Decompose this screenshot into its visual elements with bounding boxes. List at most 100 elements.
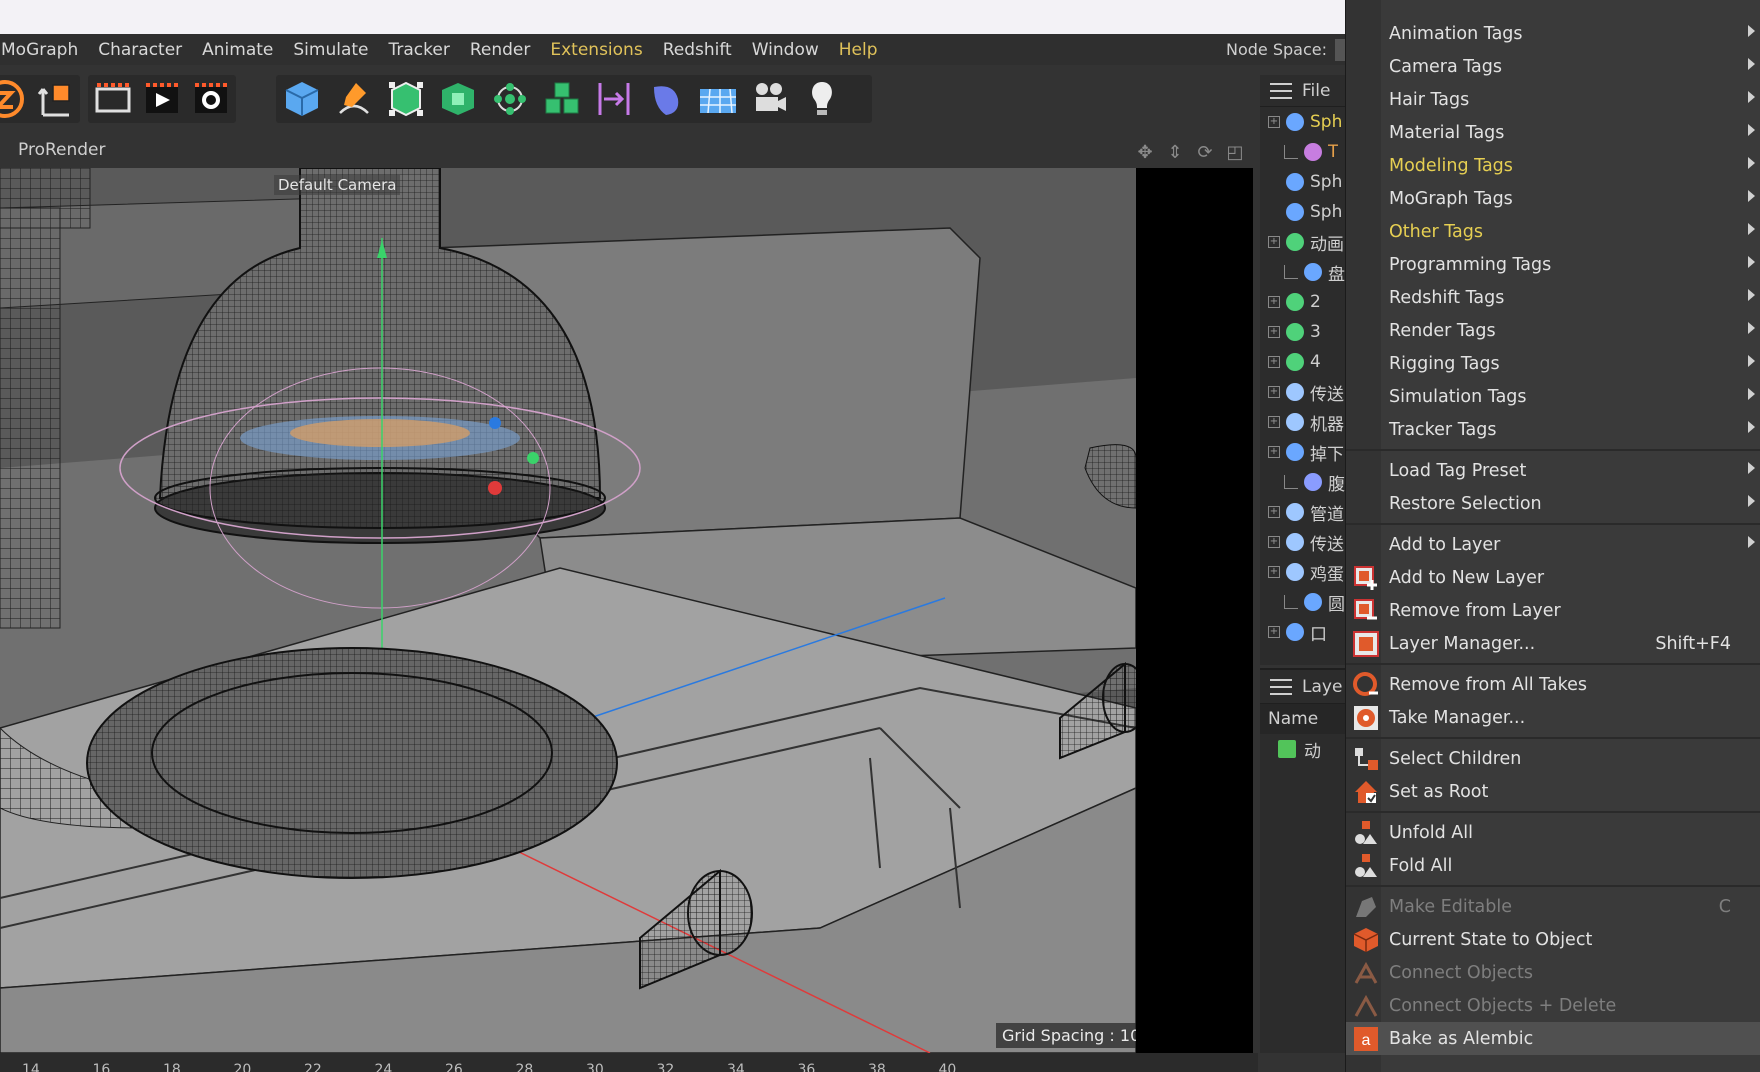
expand-toggle-icon[interactable]: + <box>1268 566 1280 578</box>
expand-toggle-icon[interactable]: + <box>1268 296 1280 308</box>
menu-help[interactable]: Help <box>829 40 888 60</box>
object-row[interactable]: + 掉下 <box>1260 437 1345 467</box>
menu-redshift[interactable]: Redshift <box>653 40 742 60</box>
object-row[interactable]: + 口 <box>1260 617 1345 647</box>
menu-item-rigging-tags[interactable]: Rigging Tags <box>1346 347 1760 380</box>
object-row[interactable]: Sph <box>1260 167 1345 197</box>
menu-item-remove-from-layer[interactable]: Remove from Layer <box>1346 594 1760 627</box>
menu-item-animation-tags[interactable]: Animation Tags <box>1346 17 1760 50</box>
menu-item-set-as-root[interactable]: Set as Root <box>1346 775 1760 808</box>
subdivision-icon[interactable] <box>380 75 432 123</box>
undo-icon[interactable] <box>0 75 30 123</box>
render-settings-icon[interactable] <box>187 75 236 123</box>
object-row[interactable]: 盘 <box>1260 257 1345 287</box>
symmetry-icon[interactable] <box>588 75 640 123</box>
menu-mograph[interactable]: MoGraph <box>0 40 88 60</box>
menu-item-camera-tags[interactable]: Camera Tags <box>1346 50 1760 83</box>
menu-icon[interactable] <box>1270 82 1292 99</box>
move-axis-icon[interactable] <box>30 75 80 123</box>
object-row[interactable]: + 传送 <box>1260 377 1345 407</box>
menu-item-bake-as-alembic[interactable]: a Bake as Alembic <box>1346 1022 1760 1055</box>
expand-toggle-icon[interactable]: + <box>1268 356 1280 368</box>
object-row[interactable]: + 动画 <box>1260 227 1345 257</box>
menu-item-add-to-layer[interactable]: Add to Layer <box>1346 528 1760 561</box>
expand-toggle-icon[interactable]: + <box>1268 236 1280 248</box>
expand-toggle-icon[interactable]: + <box>1268 626 1280 638</box>
layer-row[interactable]: 动 <box>1260 734 1345 764</box>
menu-item-current-state-to-object[interactable]: Current State to Object <box>1346 923 1760 956</box>
object-row[interactable]: + 传送 <box>1260 527 1345 557</box>
layer-name-column[interactable]: Name <box>1260 704 1345 734</box>
pen-icon[interactable] <box>328 75 380 123</box>
object-row[interactable]: + 鸡蛋 <box>1260 557 1345 587</box>
menu-item-fold-all[interactable]: Fold All <box>1346 849 1760 882</box>
menu-item-layer-manager[interactable]: Layer Manager... Shift+F4 <box>1346 627 1760 660</box>
menu-window[interactable]: Window <box>742 40 829 60</box>
menu-extensions[interactable]: Extensions <box>540 40 652 60</box>
zoom-view-icon[interactable]: ⇕ <box>1164 141 1186 163</box>
node-space-dropdown[interactable] <box>1335 39 1345 61</box>
object-row[interactable]: +3 <box>1260 317 1345 347</box>
floor-icon[interactable] <box>692 75 744 123</box>
object-row[interactable]: 腹 <box>1260 467 1345 497</box>
rotate-view-icon[interactable]: ⟳ <box>1194 141 1216 163</box>
deformer-icon[interactable] <box>640 75 692 123</box>
menu-item-redshift-tags[interactable]: Redshift Tags <box>1346 281 1760 314</box>
menu-item-load-tag-preset[interactable]: Load Tag Preset <box>1346 454 1760 487</box>
menu-tracker[interactable]: Tracker <box>379 40 460 60</box>
menu-item-add-to-new-layer[interactable]: Add to New Layer <box>1346 561 1760 594</box>
expand-toggle-icon[interactable]: + <box>1268 116 1280 128</box>
light-icon[interactable] <box>796 75 848 123</box>
menu-item-tracker-tags[interactable]: Tracker Tags <box>1346 413 1760 446</box>
menu-item-unfold-all[interactable]: Unfold All <box>1346 816 1760 849</box>
mograph-cloner-icon[interactable] <box>484 75 536 123</box>
object-row[interactable]: Sph <box>1260 197 1345 227</box>
cube-icon[interactable] <box>276 75 328 123</box>
object-row[interactable]: + 管道 <box>1260 497 1345 527</box>
extrude-icon[interactable] <box>432 75 484 123</box>
menu-item-material-tags[interactable]: Material Tags <box>1346 116 1760 149</box>
camera-label[interactable]: Default Camera <box>274 175 401 195</box>
expand-toggle-icon[interactable]: + <box>1268 446 1280 458</box>
menu-animate[interactable]: Animate <box>192 40 283 60</box>
menu-item-programming-tags[interactable]: Programming Tags <box>1346 248 1760 281</box>
object-row[interactable]: 圆 <box>1260 587 1345 617</box>
render-region-icon[interactable] <box>88 75 137 123</box>
menu-item-modeling-tags[interactable]: Modeling Tags <box>1346 149 1760 182</box>
expand-toggle-icon[interactable]: + <box>1268 536 1280 548</box>
menu-item-label: Simulation Tags <box>1389 386 1527 407</box>
menu-render[interactable]: Render <box>460 40 541 60</box>
maximize-view-icon[interactable]: ◰ <box>1224 141 1246 163</box>
menu-item-remove-from-all-takes[interactable]: Remove from All Takes <box>1346 668 1760 701</box>
object-row[interactable]: T <box>1260 137 1345 167</box>
expand-toggle-icon[interactable]: + <box>1268 506 1280 518</box>
object-row[interactable]: + Sph <box>1260 107 1345 137</box>
layer-tab[interactable]: Laye <box>1302 677 1342 697</box>
menu-item-render-tags[interactable]: Render Tags <box>1346 314 1760 347</box>
object-row[interactable]: +2 <box>1260 287 1345 317</box>
renderer-label[interactable]: ProRender <box>18 140 106 160</box>
3d-viewport[interactable]: Default Camera Grid Spacing : 100 cm <box>0 168 1136 1053</box>
render-view-icon[interactable] <box>137 75 186 123</box>
object-row[interactable]: +4 <box>1260 347 1345 377</box>
expand-toggle-icon[interactable]: + <box>1268 386 1280 398</box>
menu-item-other-tags[interactable]: Other Tags <box>1346 215 1760 248</box>
menu-item-mograph-tags[interactable]: MoGraph Tags <box>1346 182 1760 215</box>
array-icon[interactable] <box>536 75 588 123</box>
menu-item-take-manager[interactable]: Take Manager... <box>1346 701 1760 734</box>
camera-icon[interactable] <box>744 75 796 123</box>
menu-item-simulation-tags[interactable]: Simulation Tags <box>1346 380 1760 413</box>
menu-simulate[interactable]: Simulate <box>283 40 378 60</box>
timeline-ruler[interactable]: 14 16 18 20 22 24 26 28 30 32 34 36 38 40 <box>0 1053 1258 1072</box>
object-row[interactable]: + 机器 <box>1260 407 1345 437</box>
file-menu[interactable]: File <box>1302 81 1330 101</box>
move-view-icon[interactable]: ✥ <box>1134 141 1156 163</box>
expand-toggle-icon[interactable]: + <box>1268 326 1280 338</box>
menu-item-hair-tags[interactable]: Hair Tags <box>1346 83 1760 116</box>
menu-icon[interactable] <box>1270 678 1292 695</box>
layer-color-swatch[interactable] <box>1278 740 1296 758</box>
menu-character[interactable]: Character <box>88 40 192 60</box>
menu-item-restore-selection[interactable]: Restore Selection <box>1346 487 1760 520</box>
expand-toggle-icon[interactable]: + <box>1268 416 1280 428</box>
menu-item-select-children[interactable]: Select Children <box>1346 742 1760 775</box>
